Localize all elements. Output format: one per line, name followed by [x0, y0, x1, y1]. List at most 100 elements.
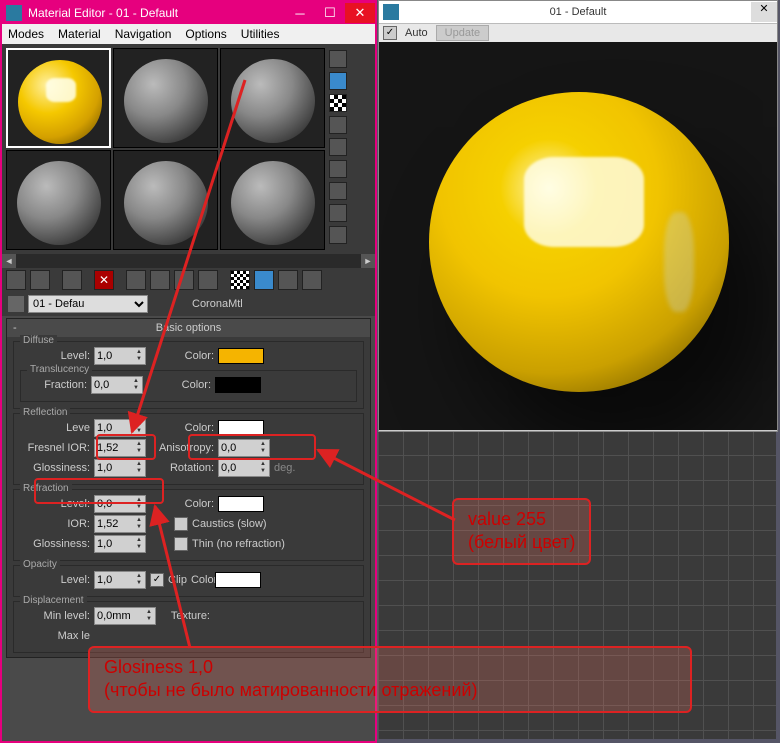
sphere-icon [124, 59, 208, 143]
sample-slot[interactable] [220, 150, 325, 250]
sample-toolbar [327, 46, 349, 252]
sample-uv-button[interactable] [329, 116, 347, 134]
diffuse-group: Diffuse Level: ▲▼ Color: Translucency Fr… [13, 341, 364, 409]
disp-min-spinner[interactable]: ▲▼ [94, 607, 156, 625]
fraction-spinner[interactable]: ▲▼ [91, 376, 143, 394]
diffuse-level-spinner[interactable]: ▲▼ [94, 347, 146, 365]
titlebar[interactable]: Material Editor - 01 - Default ─ ☐ ✕ [2, 2, 375, 24]
sample-slots-area [2, 44, 375, 254]
menu-modes[interactable]: Modes [8, 27, 44, 41]
rotation-label: Rotation: [150, 462, 214, 474]
fresnel-spinner[interactable]: ▲▼ [94, 439, 146, 457]
sample-slot[interactable] [113, 48, 218, 148]
scroll-left-icon[interactable]: ◄ [2, 254, 16, 268]
fresnel-label: Fresnel IOR: [20, 442, 90, 454]
diffuse-level-label: Level: [20, 350, 90, 362]
put-to-library-button[interactable] [174, 270, 194, 290]
disp-texture-label: Texture: [160, 610, 210, 622]
app-icon [6, 5, 22, 21]
reflection-group: Reflection Leve ▲▼ Color: Fresnel IOR: ▲… [13, 413, 364, 485]
refr-gloss-spinner[interactable]: ▲▼ [94, 535, 146, 553]
group-title: Diffuse [20, 335, 57, 346]
opacity-level-label: Level: [20, 574, 90, 586]
preview-sphere-icon [429, 92, 729, 392]
rollout-header[interactable]: - Basic options [7, 319, 370, 337]
preview-close-button[interactable]: ✕ [751, 2, 777, 22]
select-by-mat-button[interactable] [329, 204, 347, 222]
options-button[interactable] [329, 182, 347, 200]
assign-to-selection-button[interactable] [62, 270, 82, 290]
opacity-level-spinner[interactable]: ▲▼ [94, 571, 146, 589]
aniso-spinner[interactable]: ▲▼ [218, 439, 270, 457]
gloss-spinner[interactable]: ▲▼ [94, 459, 146, 477]
clip-checkbox[interactable] [150, 573, 164, 587]
fraction-label: Fraction: [27, 379, 87, 391]
menu-navigation[interactable]: Navigation [115, 27, 172, 41]
refl-level-label: Leve [20, 422, 90, 434]
sample-slot[interactable] [113, 150, 218, 250]
group-title: Translucency [27, 364, 92, 375]
diffuse-color-swatch[interactable] [218, 348, 264, 364]
show-in-viewport-button[interactable] [230, 270, 250, 290]
refr-color-swatch[interactable] [218, 496, 264, 512]
reset-map-button[interactable]: ✕ [94, 270, 114, 290]
material-id-button[interactable] [198, 270, 218, 290]
material-map-nav-button[interactable] [329, 226, 347, 244]
update-button[interactable]: Update [436, 25, 489, 41]
material-name-select[interactable]: 01 - Defau [28, 295, 148, 313]
go-forward-button[interactable] [302, 270, 322, 290]
opacity-group: Opacity Level: ▲▼ Clip Color: [13, 565, 364, 597]
backlight-button[interactable] [329, 72, 347, 90]
minimize-button[interactable]: ─ [285, 3, 315, 23]
refl-color-swatch[interactable] [218, 420, 264, 436]
window-title: Material Editor - 01 - Default [28, 6, 285, 20]
sample-slot[interactable] [6, 150, 111, 250]
scroll-right-icon[interactable]: ► [361, 254, 375, 268]
preview-canvas [379, 42, 777, 430]
refr-ior-spinner[interactable]: ▲▼ [94, 515, 146, 533]
make-copy-button[interactable] [126, 270, 146, 290]
background-button[interactable] [329, 94, 347, 112]
trans-color-swatch[interactable] [215, 377, 261, 393]
put-to-scene-button[interactable] [30, 270, 50, 290]
collapse-icon: - [13, 322, 17, 334]
sphere-icon [231, 161, 315, 245]
refr-color-label: Color: [150, 498, 214, 510]
refr-gloss-label: Glossiness: [20, 538, 90, 550]
group-title: Refraction [20, 483, 72, 494]
refr-level-spinner[interactable]: ▲▼ [94, 495, 146, 513]
refraction-group: Refraction Level: ▲▼ Color: IOR: ▲▼ Caus… [13, 489, 364, 561]
get-material-button[interactable] [6, 270, 26, 290]
thin-checkbox[interactable] [174, 537, 188, 551]
maximize-button[interactable]: ☐ [315, 3, 345, 23]
menu-options[interactable]: Options [185, 27, 226, 41]
material-type[interactable]: CoronaMtl [192, 298, 243, 310]
make-unique-button[interactable] [150, 270, 170, 290]
caustics-checkbox[interactable] [174, 517, 188, 531]
slot-hscroll[interactable]: ◄ ► [2, 254, 375, 268]
video-color-check-button[interactable] [329, 138, 347, 156]
thin-label: Thin (no refraction) [192, 538, 285, 550]
make-preview-button[interactable] [329, 160, 347, 178]
preview-window: 01 - Default ✕ Auto Update [378, 0, 778, 432]
material-editor-window: Material Editor - 01 - Default ─ ☐ ✕ Mod… [0, 0, 377, 743]
sample-slot[interactable] [6, 48, 111, 148]
clip-label: Clip [168, 574, 187, 586]
go-to-parent-button[interactable] [278, 270, 298, 290]
pick-from-object-button[interactable] [8, 296, 24, 312]
sample-slot[interactable] [220, 48, 325, 148]
rollout-title: Basic options [156, 322, 221, 334]
opacity-color-swatch[interactable] [215, 572, 261, 588]
show-end-result-button[interactable] [254, 270, 274, 290]
auto-checkbox[interactable] [383, 26, 397, 40]
preview-titlebar[interactable]: 01 - Default ✕ [379, 1, 777, 24]
close-button[interactable]: ✕ [345, 3, 375, 23]
menu-utilities[interactable]: Utilities [241, 27, 280, 41]
refl-level-spinner[interactable]: ▲▼ [94, 419, 146, 437]
material-toolbar: ✕ [2, 268, 375, 292]
auto-label: Auto [405, 27, 428, 39]
rotation-spinner[interactable]: ▲▼ [218, 459, 270, 477]
menu-material[interactable]: Material [58, 27, 101, 41]
basic-options-rollout: - Basic options Diffuse Level: ▲▼ Color:… [6, 318, 371, 658]
sample-type-button[interactable] [329, 50, 347, 68]
